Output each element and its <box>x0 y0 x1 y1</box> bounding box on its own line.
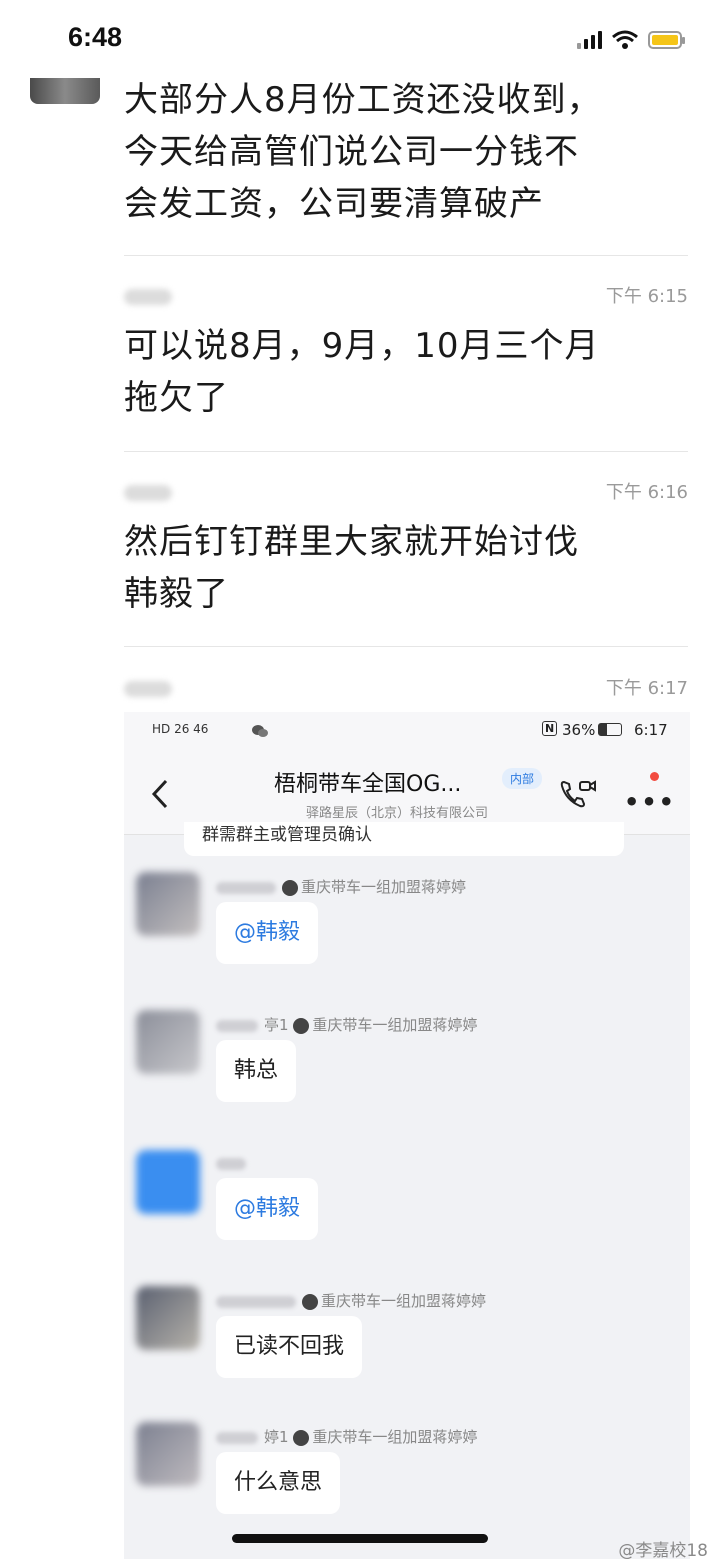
member-avatar[interactable] <box>136 1150 200 1214</box>
message-line: 会发工资，公司要清算破产 <box>124 184 544 224</box>
member-avatar[interactable] <box>136 1422 200 1486</box>
embedded-battery-icon <box>598 723 622 736</box>
message-divider <box>124 646 688 647</box>
chat-bubble: 什么意思 <box>216 1452 341 1514</box>
chat-subtitle: 驿路星辰（北京）科技有限公司 <box>306 806 489 821</box>
chat-bubble: @韩毅 <box>216 1178 319 1240</box>
group-notice-text: 群需群主或管理员确认 <box>202 825 372 845</box>
cellular-signal-icon <box>577 31 602 49</box>
sender-name-blurred <box>124 289 172 305</box>
message-line: 韩毅了 <box>124 574 229 614</box>
message-time: 下午 6:16 <box>605 482 688 503</box>
message-line: 大部分人8月份工资还没收到， <box>124 80 602 120</box>
status-icons <box>577 28 685 52</box>
wifi-icon <box>612 30 638 49</box>
sender-label: 重庆带车一组加盟蒋婷婷 <box>216 1290 486 1311</box>
cat-avatar-icon <box>293 1017 310 1034</box>
sender-name-blurred <box>124 681 172 697</box>
message-line: 然后钉钉群里大家就开始讨伐 <box>124 522 579 562</box>
more-options-icon[interactable]: ••• <box>624 788 676 816</box>
sender-avatar[interactable] <box>30 78 100 104</box>
group-notice: 群需群主或管理员确认 <box>184 822 624 856</box>
message-divider <box>124 255 688 256</box>
message-line: 今天给高管们说公司一分钱不 <box>124 132 579 172</box>
sender-name: 重庆带车一组加盟蒋婷婷 <box>321 1292 487 1310</box>
sender-name: 重庆带车一组加盟蒋婷婷 <box>312 1428 478 1446</box>
message-line: 拖欠了 <box>124 378 229 418</box>
embedded-status-bar: HD 26 46 N 36% 6:17 <box>124 712 690 750</box>
embedded-screenshot[interactable]: HD 26 46 N 36% 6:17 梧桐带车全国OG... 内部 驿路星辰（… <box>124 712 690 1559</box>
message-divider <box>124 451 688 452</box>
sender-name: 重庆带车一组加盟蒋婷婷 <box>312 1016 478 1034</box>
sender-suffix: 婷1 <box>264 1428 289 1446</box>
wechat-icon <box>252 725 268 737</box>
chat-title: 梧桐带车全国OG... <box>274 772 462 797</box>
member-avatar[interactable] <box>136 1286 200 1350</box>
watermark: @李嘉校18 <box>618 1541 708 1561</box>
sender-label: 重庆带车一组加盟蒋婷婷 <box>216 876 466 897</box>
message-time: 下午 6:17 <box>605 678 688 699</box>
internal-badge: 内部 <box>502 768 543 789</box>
chat-bubble: 韩总 <box>216 1040 297 1102</box>
home-indicator[interactable] <box>232 1534 488 1543</box>
message-1: 大部分人8月份工资还没收到， 今天给高管们说公司一分钱不 会发工资，公司要清算破… <box>124 74 602 230</box>
message-time: 下午 6:15 <box>605 286 688 307</box>
message-2: 可以说8月，9月，10月三个月 拖欠了 <box>124 320 600 424</box>
embedded-battery-text: 36% <box>562 721 596 739</box>
embedded-network: HD 26 46 <box>152 722 209 736</box>
cat-avatar-icon <box>302 1293 318 1310</box>
embedded-time: 6:17 <box>634 721 668 739</box>
message-line: 可以说8月，9月，10月三个月 <box>124 326 600 366</box>
sender-name: 重庆带车一组加盟蒋婷婷 <box>301 878 467 896</box>
member-avatar[interactable] <box>136 1010 200 1074</box>
chat-bubble: 已读不回我 <box>216 1316 363 1378</box>
sender-label: 亭1 重庆带车一组加盟蒋婷婷 <box>216 1014 477 1035</box>
member-avatar[interactable] <box>136 872 200 936</box>
sender-label <box>216 1154 252 1172</box>
chat-bubble: @韩毅 <box>216 902 319 964</box>
nfc-icon: N <box>542 721 558 736</box>
back-arrow-icon[interactable] <box>150 778 170 810</box>
sender-suffix: 亭1 <box>264 1016 289 1034</box>
status-time: 6:48 <box>68 22 123 52</box>
sender-name-blurred <box>124 485 172 501</box>
sender-label: 婷1 重庆带车一组加盟蒋婷婷 <box>216 1426 477 1447</box>
phone-video-icon[interactable] <box>558 776 598 812</box>
cat-avatar-icon <box>282 879 298 896</box>
battery-icon <box>648 31 685 49</box>
cat-avatar-icon <box>293 1429 310 1446</box>
message-3: 然后钉钉群里大家就开始讨伐 韩毅了 <box>124 516 579 620</box>
notification-dot <box>650 772 659 781</box>
